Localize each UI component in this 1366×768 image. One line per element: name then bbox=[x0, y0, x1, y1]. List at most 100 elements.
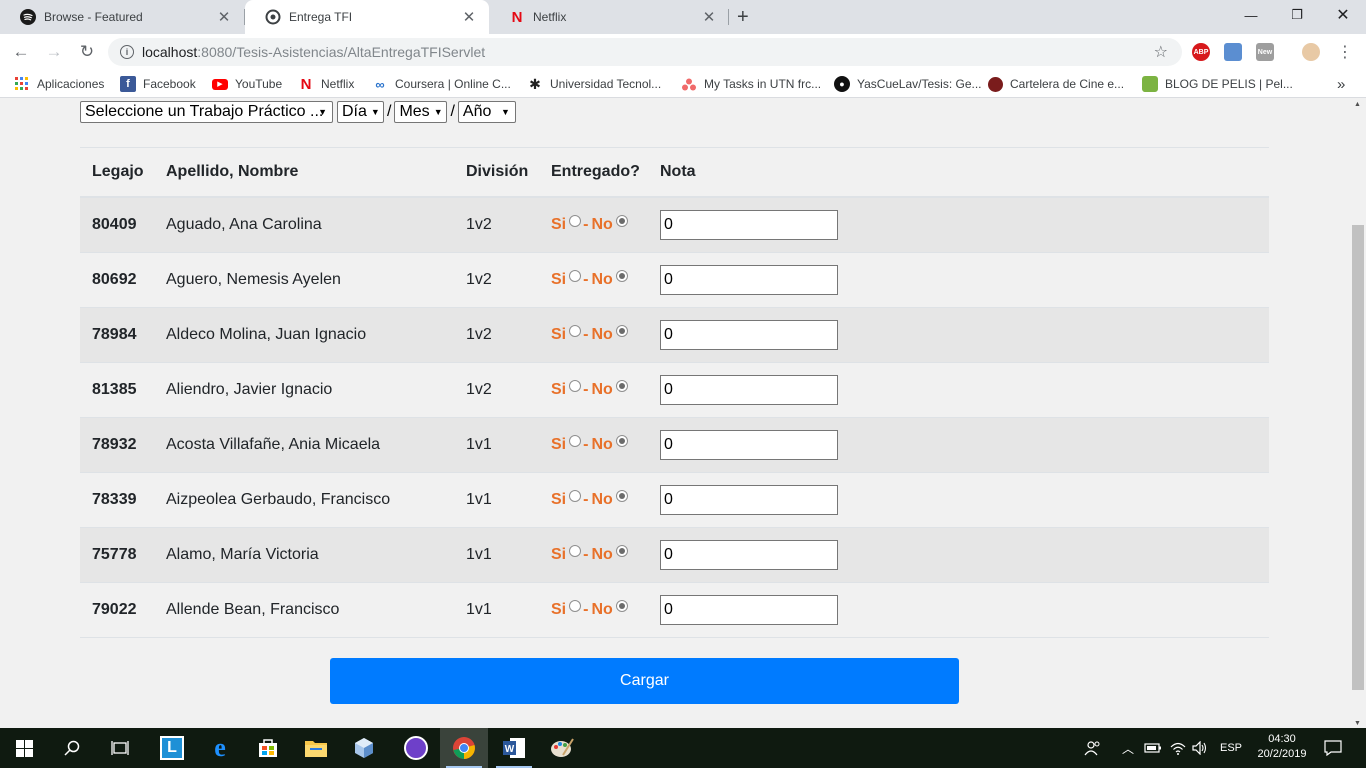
date-separator: / bbox=[387, 103, 392, 120]
tab-entrega-tfi[interactable]: Entrega TFI ✕ bbox=[245, 0, 489, 34]
bookmark-label: Cartelera de Cine e... bbox=[1010, 77, 1125, 91]
wifi-icon[interactable] bbox=[1170, 728, 1186, 768]
forward-arrow-icon[interactable]: → bbox=[43, 41, 65, 63]
bookmark-cartelera[interactable]: Cartelera de Cine e... bbox=[988, 75, 1124, 93]
cell-nota: 0 bbox=[660, 198, 838, 252]
info-icon[interactable]: i bbox=[120, 45, 134, 59]
reload-icon[interactable]: ↻ bbox=[76, 41, 98, 63]
bookmark-youtube[interactable]: ▶ YouTube bbox=[212, 75, 282, 93]
page-scrollbar[interactable]: ▲ ▼ bbox=[1350, 99, 1366, 729]
si-radio[interactable] bbox=[569, 600, 582, 612]
edge-browser-icon[interactable]: e bbox=[196, 728, 244, 768]
bookmark-label: Coursera | Online C... bbox=[395, 77, 511, 91]
paint-palette-icon[interactable] bbox=[538, 728, 586, 768]
no-radio[interactable] bbox=[615, 270, 628, 282]
bookmark-asana[interactable]: My Tasks in UTN frc... bbox=[681, 75, 821, 93]
si-radio[interactable] bbox=[569, 545, 582, 557]
show-hidden-chevron-icon[interactable]: ︿ bbox=[1122, 728, 1134, 768]
chrome-taskbar-icon[interactable] bbox=[440, 728, 488, 768]
month-select[interactable]: Mes ▼ bbox=[394, 101, 448, 123]
l-app-icon[interactable]: L bbox=[148, 728, 196, 768]
si-radio[interactable] bbox=[569, 435, 582, 447]
file-explorer-icon[interactable] bbox=[292, 728, 340, 768]
nota-input[interactable]: 0 bbox=[660, 430, 838, 460]
nota-input[interactable]: 0 bbox=[660, 320, 838, 350]
more-bookmarks-chevron-icon[interactable]: » bbox=[1337, 75, 1345, 93]
kebab-menu-icon[interactable]: ⋮ bbox=[1334, 41, 1356, 63]
no-radio[interactable] bbox=[615, 325, 628, 337]
bookmark-aplicaciones[interactable]: Aplicaciones bbox=[14, 75, 104, 93]
no-radio[interactable] bbox=[615, 600, 628, 612]
nota-input[interactable]: 0 bbox=[660, 540, 838, 570]
si-radio[interactable] bbox=[569, 380, 582, 392]
virtualbox-cube-icon[interactable] bbox=[340, 728, 388, 768]
no-radio[interactable] bbox=[615, 380, 628, 392]
cell-nota: 0 bbox=[660, 253, 838, 307]
nota-input[interactable]: 0 bbox=[660, 375, 838, 405]
store-icon[interactable] bbox=[244, 728, 292, 768]
cell-nombre: Alamo, María Victoria bbox=[166, 546, 319, 563]
bookmark-netflix[interactable]: N Netflix bbox=[298, 75, 355, 93]
si-radio[interactable] bbox=[569, 270, 582, 282]
windows-start-icon[interactable] bbox=[0, 728, 48, 768]
bookmark-github[interactable]: ● YasCueLav/Tesis: Ge... bbox=[834, 75, 982, 93]
bookmark-label: Universidad Tecnol... bbox=[550, 77, 662, 91]
no-radio[interactable] bbox=[615, 545, 628, 557]
window-close-icon[interactable]: ✕ bbox=[1320, 0, 1366, 30]
no-radio[interactable] bbox=[615, 435, 628, 447]
cell-legajo: 75778 bbox=[92, 546, 137, 563]
year-select[interactable]: Año ▼ bbox=[457, 101, 516, 123]
address-bar[interactable]: i localhost:8080/Tesis-Asistencias/AltaE… bbox=[108, 38, 1182, 66]
scrollbar-thumb[interactable] bbox=[1352, 225, 1364, 690]
tab-netflix[interactable]: N Netflix ✕ bbox=[489, 0, 729, 34]
bookmark-facebook[interactable]: f Facebook bbox=[120, 75, 196, 93]
restore-icon[interactable]: ❐ bbox=[1274, 0, 1320, 30]
apps-grid-icon bbox=[14, 76, 30, 92]
people-icon[interactable] bbox=[1084, 728, 1102, 768]
no-label: No bbox=[591, 326, 613, 343]
no-radio[interactable] bbox=[615, 215, 628, 227]
nota-input[interactable]: 0 bbox=[660, 595, 838, 625]
adblock-plus-icon[interactable]: ABP bbox=[1192, 43, 1210, 61]
cell-nota: 0 bbox=[660, 473, 838, 527]
language-indicator[interactable]: ESP bbox=[1220, 728, 1242, 768]
bookmark-coursera[interactable]: ∞ Coursera | Online C... bbox=[372, 75, 511, 93]
si-radio[interactable] bbox=[569, 490, 582, 502]
taskbar-clock[interactable]: 04:30 20/2/2019 bbox=[1252, 732, 1312, 762]
no-radio[interactable] bbox=[615, 490, 628, 502]
new-tab-plus-icon[interactable]: + bbox=[737, 6, 749, 29]
github-desktop-icon[interactable] bbox=[392, 728, 440, 768]
bookmark-utn[interactable]: ✱ Universidad Tecnol... bbox=[527, 75, 661, 93]
bookmark-star-icon[interactable]: ☆ bbox=[1154, 42, 1168, 62]
scroll-up-arrow-icon[interactable]: ▲ bbox=[1354, 101, 1361, 108]
extension-new-icon[interactable]: New bbox=[1256, 43, 1274, 61]
header-nombre: Apellido, Nombre bbox=[166, 163, 299, 180]
volume-icon[interactable] bbox=[1192, 728, 1208, 768]
table-row: 80409 Aguado, Ana Carolina 1v2 Si - No 0 bbox=[80, 198, 1269, 253]
task-view-icon[interactable] bbox=[96, 728, 144, 768]
close-icon[interactable]: ✕ bbox=[461, 8, 477, 26]
cargar-button[interactable]: Cargar bbox=[330, 658, 959, 704]
si-radio[interactable] bbox=[569, 325, 582, 337]
minimize-icon[interactable]: — bbox=[1228, 0, 1274, 30]
tab-divider bbox=[728, 9, 729, 25]
extension-cube-icon[interactable] bbox=[1224, 43, 1242, 61]
notifications-icon[interactable] bbox=[1324, 728, 1342, 768]
search-icon[interactable] bbox=[48, 728, 96, 768]
nota-input[interactable]: 0 bbox=[660, 265, 838, 295]
back-arrow-icon[interactable]: ← bbox=[10, 41, 32, 63]
bookmark-blog-pelis[interactable]: BLOG DE PELIS | Pel... bbox=[1142, 75, 1293, 93]
tab-browse-featured[interactable]: Browse - Featured ✕ bbox=[0, 0, 244, 34]
close-icon[interactable]: ✕ bbox=[701, 8, 717, 26]
nota-input[interactable]: 0 bbox=[660, 210, 838, 240]
tp-select[interactable]: Seleccione un Trabajo Práctico ... ▼ bbox=[80, 101, 333, 123]
word-icon[interactable]: W bbox=[490, 728, 538, 768]
close-icon[interactable]: ✕ bbox=[216, 8, 232, 26]
battery-icon[interactable] bbox=[1144, 728, 1162, 768]
si-radio[interactable] bbox=[569, 215, 582, 227]
scroll-down-arrow-icon[interactable]: ▼ bbox=[1354, 720, 1361, 727]
day-select[interactable]: Día ▼ bbox=[337, 101, 384, 123]
table-row: 81385 Aliendro, Javier Ignacio 1v2 Si - No 0 bbox=[80, 363, 1269, 418]
nota-input[interactable]: 0 bbox=[660, 485, 838, 515]
profile-avatar[interactable] bbox=[1302, 43, 1320, 61]
